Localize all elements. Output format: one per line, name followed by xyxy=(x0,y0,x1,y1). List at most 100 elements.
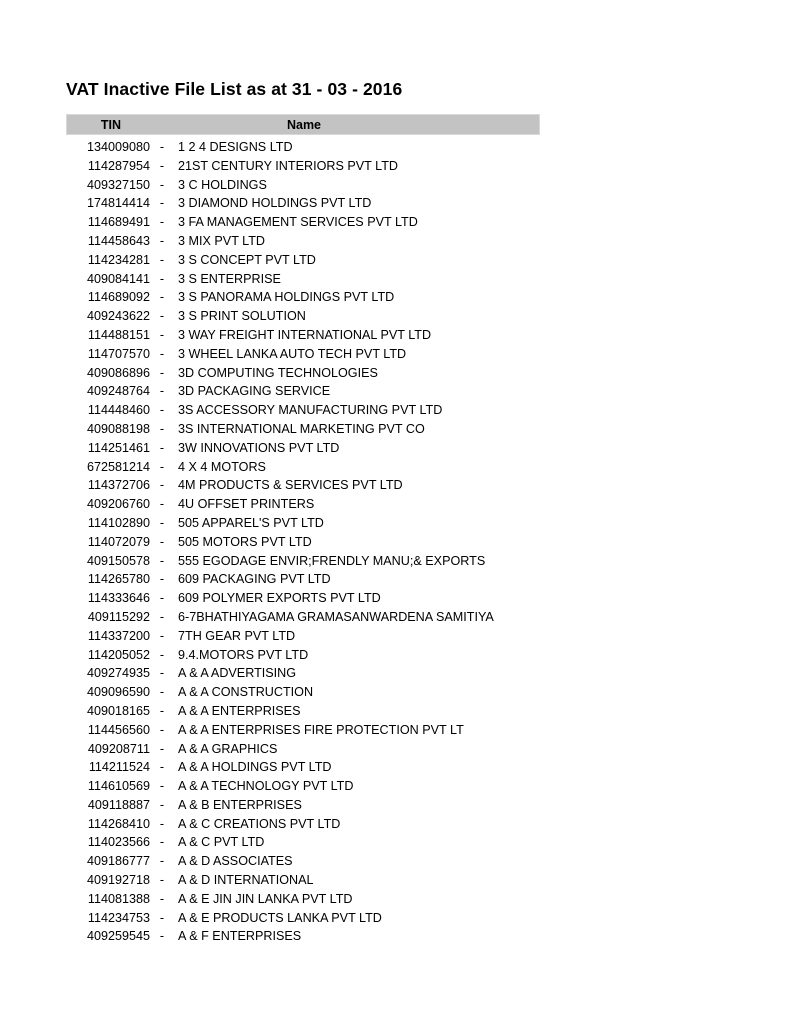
cell-tin: 114488151 xyxy=(87,327,150,342)
cell-name: A & E PRODUCTS LANKA PVT LTD xyxy=(178,910,382,925)
cell-name: 3D COMPUTING TECHNOLOGIES xyxy=(178,365,378,380)
table-row: 114689092-3 S PANORAMA HOLDINGS PVT LTD xyxy=(66,288,540,307)
cell-name: 4U OFFSET PRINTERS xyxy=(178,497,315,512)
cell-tin: 114081388 xyxy=(87,891,150,906)
cell-name: A & F ENTERPRISES xyxy=(178,929,302,944)
cell-tin: 409186777 xyxy=(86,854,150,869)
cell-separator: - xyxy=(159,647,165,662)
cell-tin: 114072079 xyxy=(87,534,150,549)
cell-separator: - xyxy=(159,158,165,173)
cell-name: 3 FA MANAGEMENT SERVICES PVT LTD xyxy=(178,215,418,230)
cell-separator: - xyxy=(159,440,165,455)
cell-name: A & E JIN JIN LANKA PVT LTD xyxy=(178,891,353,906)
cell-separator: - xyxy=(159,816,165,831)
table-row: 409274935- A & A ADVERTISING xyxy=(66,664,540,683)
cell-separator: - xyxy=(159,403,165,418)
cell-tin: 134009080 xyxy=(86,140,150,154)
cell-tin: 409248764 xyxy=(86,384,150,399)
table-row: 114205052-9.4.MOTORS PVT LTD xyxy=(66,646,540,665)
cell-separator: - xyxy=(159,666,165,681)
cell-tin: 114337200 xyxy=(87,628,150,643)
cell-separator: - xyxy=(159,215,165,230)
cell-separator: - xyxy=(159,497,165,512)
table-row: 409327150-3 C HOLDINGS xyxy=(66,176,540,195)
cell-name: A & A ENTERPRISES FIRE PROTECTION PVT LT xyxy=(178,722,464,737)
table-row: 409150578-555 EGODAGE ENVIR;FRENDLY MANU… xyxy=(66,552,540,571)
cell-tin: 114205052 xyxy=(87,647,150,662)
cell-separator: - xyxy=(159,609,165,624)
table-row: 114265780-609 PACKAGING PVT LTD xyxy=(66,570,540,589)
cell-name: 3 WAY FREIGHT INTERNATIONAL PVT LTD xyxy=(178,327,432,342)
table-row: 409192718- A & D INTERNATIONAL xyxy=(66,871,540,890)
cell-separator: - xyxy=(159,515,165,530)
table-row: 114707570-3 WHEEL LANKA AUTO TECH PVT LT… xyxy=(66,345,540,364)
table-row: 409248764-3D PACKAGING SERVICE xyxy=(66,382,540,401)
cell-separator: - xyxy=(159,346,165,361)
cell-tin: 114689092 xyxy=(87,290,150,305)
cell-name: A & A CONSTRUCTION xyxy=(178,685,314,700)
cell-separator: - xyxy=(159,478,165,493)
cell-separator: - xyxy=(159,459,165,474)
cell-separator: - xyxy=(159,327,165,342)
table-row: 409115292-6-7BHATHIYAGAMA GRAMASANWARDEN… xyxy=(66,608,540,627)
cell-tin: 409086896 xyxy=(86,365,150,380)
cell-separator: - xyxy=(159,873,165,888)
table-row: 114211524- A & A HOLDINGS PVT LTD xyxy=(66,758,540,777)
cell-separator: - xyxy=(159,741,165,756)
cell-tin: 114333646 xyxy=(87,591,150,606)
cell-separator: - xyxy=(159,854,165,869)
cell-name: A & D ASSOCIATES xyxy=(178,854,293,869)
cell-separator: - xyxy=(159,309,165,324)
cell-separator: - xyxy=(159,760,165,775)
cell-name: A & A ADVERTISING xyxy=(178,666,297,681)
cell-tin: 114023566 xyxy=(87,835,150,850)
cell-name: A & A HOLDINGS PVT LTD xyxy=(178,760,332,775)
cell-separator: - xyxy=(159,140,165,154)
cell-separator: - xyxy=(159,421,165,436)
cell-name: A & B ENTERPRISES xyxy=(178,797,302,812)
cell-tin: 409096590 xyxy=(86,685,150,700)
table-row: 409088198-3S INTERNATIONAL MARKETING PVT… xyxy=(66,420,540,439)
cell-tin: 114689491 xyxy=(87,215,150,230)
cell-name: 609 PACKAGING PVT LTD xyxy=(178,572,331,587)
cell-separator: - xyxy=(159,797,165,812)
cell-tin: 409206760 xyxy=(86,497,150,512)
cell-separator: - xyxy=(159,290,165,305)
cell-separator: - xyxy=(159,628,165,643)
cell-separator: - xyxy=(159,365,165,380)
cell-tin: 114456560 xyxy=(87,722,150,737)
cell-tin: 114265780 xyxy=(87,572,150,587)
cell-tin: 174814414 xyxy=(86,196,150,211)
table-row: 114488151-3 WAY FREIGHT INTERNATIONAL PV… xyxy=(66,326,540,345)
cell-name: A & C PVT LTD xyxy=(178,835,265,850)
cell-separator: - xyxy=(159,196,165,211)
cell-tin: 409243622 xyxy=(86,309,150,324)
table-row: 114072079-505 MOTORS PVT LTD xyxy=(66,533,540,552)
cell-name: A & A ENTERPRISES xyxy=(178,703,301,718)
document-page: VAT Inactive File List as at 31 - 03 - 2… xyxy=(0,0,791,1024)
cell-name: 7TH GEAR PVT LTD xyxy=(178,628,296,643)
table-header-row: Name TIN xyxy=(66,114,540,135)
cell-name: 21ST CENTURY INTERIORS PVT LTD xyxy=(178,158,398,173)
table-row: 409084141-3 S ENTERPRISE xyxy=(66,270,540,289)
column-header-tin: TIN xyxy=(100,118,122,132)
table-row: 409259545- A & F ENTERPRISES xyxy=(66,927,540,946)
cell-name: 3 DIAMOND HOLDINGS PVT LTD xyxy=(178,196,372,211)
cell-separator: - xyxy=(159,534,165,549)
vat-file-table: Name TIN 134009080-1 2 4 DESIGNS LTD 1142… xyxy=(66,114,540,946)
cell-tin: 409259545 xyxy=(86,929,150,944)
cell-separator: - xyxy=(159,910,165,925)
cell-name: 3D PACKAGING SERVICE xyxy=(178,384,331,399)
cell-separator: - xyxy=(159,891,165,906)
cell-separator: - xyxy=(159,835,165,850)
table-row: 114448460-3S ACCESSORY MANUFACTURING PVT… xyxy=(66,401,540,420)
cell-separator: - xyxy=(159,572,165,587)
cell-tin: 114211524 xyxy=(88,760,150,775)
cell-tin: 409088198 xyxy=(86,421,150,436)
cell-name: 4M PRODUCTS & SERVICES PVT LTD xyxy=(178,478,403,493)
cell-name: A & A TECHNOLOGY PVT LTD xyxy=(178,779,354,794)
table-row: 114268410- A & C CREATIONS PVT LTD xyxy=(66,815,540,834)
cell-separator: - xyxy=(159,929,165,944)
table-row: 409206760-4U OFFSET PRINTERS xyxy=(66,495,540,514)
cell-separator: - xyxy=(159,553,165,568)
